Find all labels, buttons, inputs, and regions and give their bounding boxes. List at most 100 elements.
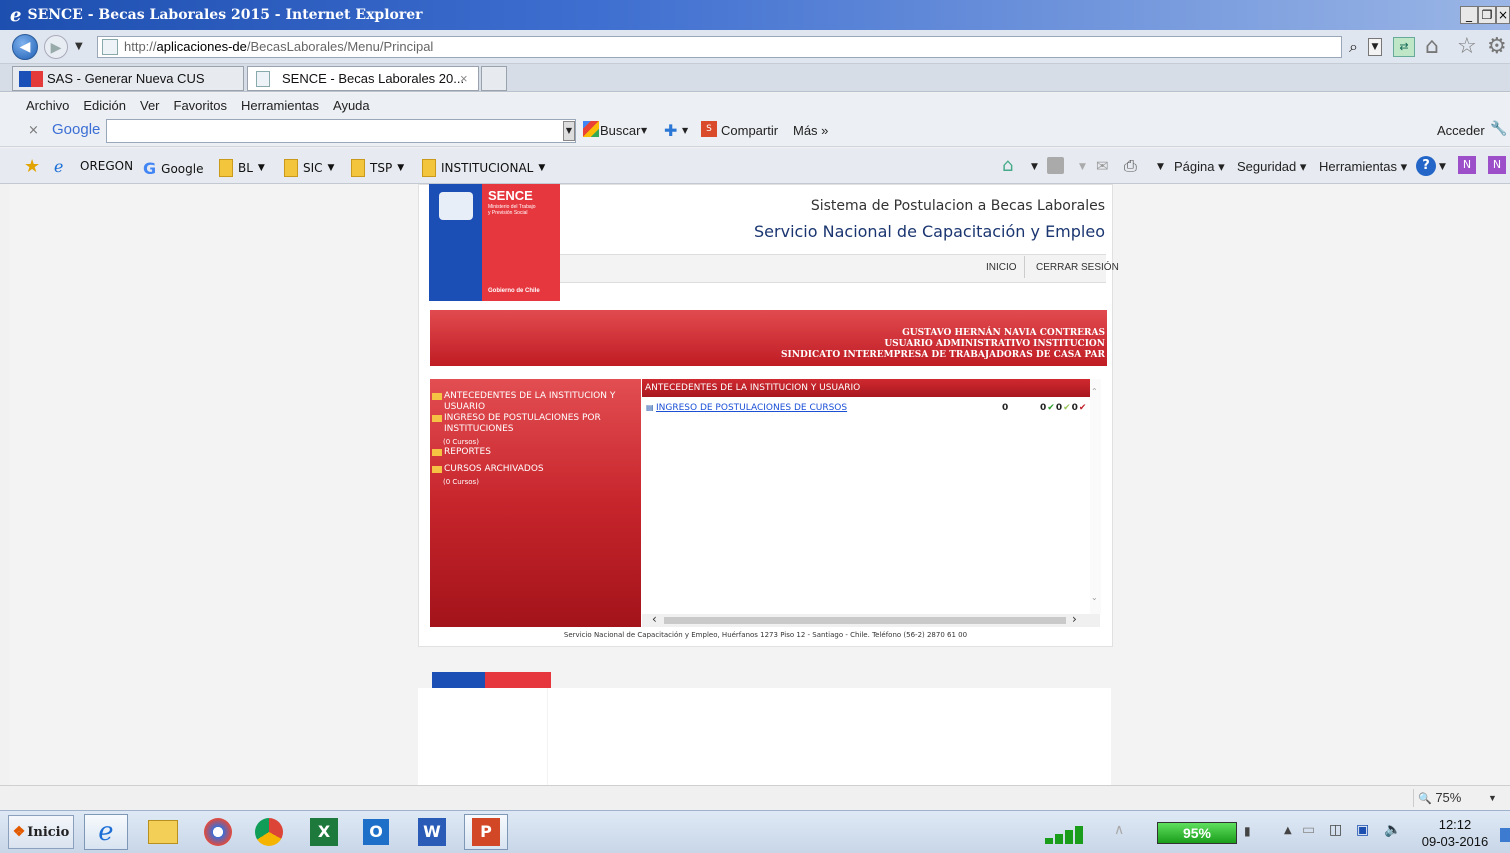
vertical-scrollbar[interactable]: ⌃ ⌄: [1090, 379, 1101, 615]
wrench-icon[interactable]: 🔧: [1490, 121, 1507, 137]
fav-folder-sic[interactable]: SIC ▼: [284, 159, 334, 177]
taskbar-excel[interactable]: X: [302, 814, 346, 850]
home-icon[interactable]: ⌂: [1425, 34, 1439, 59]
power-plug-icon: ▮: [1244, 824, 1251, 838]
minimize-button[interactable]: _: [1460, 6, 1478, 24]
nav-cerrar-sesion-link[interactable]: CERRAR SESIÓN: [1036, 262, 1119, 273]
mas-button[interactable]: Más »: [793, 123, 828, 138]
buscar-button[interactable]: Buscar: [600, 123, 640, 138]
display-icon[interactable]: ▣: [1356, 822, 1369, 838]
compartir-button[interactable]: Compartir: [721, 123, 778, 138]
back-button[interactable]: ◀: [12, 34, 38, 60]
logo-government: Gobierno de Chile: [488, 288, 540, 294]
sidebar-item-reportes[interactable]: REPORTES: [430, 447, 641, 458]
onenote-linked-icon[interactable]: N: [1488, 156, 1506, 174]
history-dropdown-icon[interactable]: ▼: [75, 41, 83, 52]
zoom-control[interactable]: 🔍 75% ▼: [1413, 789, 1510, 807]
sence-logo-blue: [429, 184, 482, 301]
help-icon[interactable]: ?: [1416, 156, 1436, 176]
google-search-input[interactable]: [106, 119, 576, 143]
print-icon[interactable]: ⎙: [1124, 156, 1137, 176]
menu-archivo[interactable]: Archivo: [26, 98, 69, 113]
home-icon[interactable]: ⌂: [1002, 155, 1013, 176]
settings-gear-icon[interactable]: ⚙: [1487, 34, 1507, 59]
close-toolbar-icon[interactable]: ×: [28, 123, 39, 138]
wifi-icon[interactable]: ∧: [1114, 822, 1124, 838]
home-dropdown-icon[interactable]: ▼: [1031, 162, 1038, 172]
taskbar-chrome[interactable]: [247, 814, 291, 850]
seguridad-menu[interactable]: Seguridad ▾: [1237, 159, 1306, 175]
close-tab-icon[interactable]: ×: [460, 67, 468, 90]
zoom-dropdown-icon[interactable]: ▼: [1488, 789, 1497, 807]
google-search-dropdown-icon[interactable]: ▼: [563, 121, 575, 141]
menu-edicion[interactable]: Edición: [83, 98, 126, 113]
taskbar-explorer[interactable]: [141, 814, 185, 850]
acceder-button[interactable]: Acceder: [1437, 123, 1485, 138]
zoom-level: 75%: [1435, 790, 1462, 805]
fav-google[interactable]: G Google: [143, 159, 203, 178]
compatibility-view-icon[interactable]: ⇄: [1393, 37, 1415, 57]
pagina-menu[interactable]: Página ▾: [1174, 159, 1225, 175]
taskbar-word[interactable]: W: [410, 814, 454, 850]
search-icon[interactable]: ⌕: [1349, 37, 1358, 57]
fav-folder-bl[interactable]: BL ▼: [219, 159, 265, 177]
sidebar-item-antecedentes[interactable]: ANTECEDENTES DE LA INSTITUCION Y USUARIO: [430, 391, 641, 413]
search-dropdown-icon[interactable]: ▼: [1368, 38, 1382, 56]
help-dropdown-icon[interactable]: ▼: [1439, 162, 1446, 172]
google-g-icon: G: [143, 159, 157, 178]
signal-strength-icon[interactable]: [1045, 822, 1095, 844]
sidebar-item-ingreso-postulaciones[interactable]: INGRESO DE POSTULACIONES POR INSTITUCION…: [430, 413, 641, 435]
buscar-dropdown-icon[interactable]: ▼: [641, 126, 647, 135]
favorites-star-icon[interactable]: ☆: [1457, 34, 1477, 59]
volume-icon[interactable]: 🔈: [1384, 822, 1401, 838]
taskbar-ie[interactable]: ℯ: [84, 814, 128, 850]
chile-coat-of-arms-icon: [439, 192, 473, 220]
system-clock[interactable]: 12:12 09-03-2016: [1410, 816, 1500, 850]
scroll-left-icon[interactable]: ‹: [652, 612, 657, 626]
plus-icon[interactable]: ✚: [664, 121, 677, 140]
tab-sas[interactable]: SAS - Generar Nueva CUS: [12, 66, 244, 91]
scroll-down-icon[interactable]: ⌄: [1091, 593, 1098, 602]
tab-sence[interactable]: SENCE - Becas Laborales 20... ×: [247, 66, 479, 91]
onenote-icon[interactable]: N: [1458, 156, 1476, 174]
url-input[interactable]: http://aplicaciones-de/BecasLaborales/Me…: [97, 36, 1342, 58]
url-path: /BecasLaborales/Menu/Principal: [246, 39, 434, 54]
show-desktop-button[interactable]: [1500, 828, 1510, 842]
new-tab-button[interactable]: [481, 66, 507, 91]
scroll-right-icon[interactable]: ›: [1072, 612, 1077, 626]
taskbar-media[interactable]: [196, 814, 240, 850]
print-dropdown-icon[interactable]: ▼: [1157, 162, 1164, 172]
taskbar-powerpoint[interactable]: P: [464, 814, 508, 850]
close-window-button[interactable]: ×: [1496, 6, 1510, 24]
sidebar-item-cursos-archivados[interactable]: CURSOS ARCHIVADOS: [430, 464, 641, 475]
menu-ayuda[interactable]: Ayuda: [333, 98, 370, 113]
menu-ver[interactable]: Ver: [140, 98, 160, 113]
scrollbar-thumb[interactable]: [664, 617, 1066, 624]
fav-label: INSTITUCIONAL: [441, 161, 534, 175]
forward-button[interactable]: ▶: [44, 35, 68, 59]
favorites-star-icon[interactable]: ★: [24, 156, 40, 177]
maximize-button[interactable]: ❐: [1478, 6, 1496, 24]
taskbar-outlook[interactable]: O: [354, 814, 398, 850]
herramientas-menu[interactable]: Herramientas ▾: [1319, 159, 1407, 175]
fav-folder-institucional[interactable]: INSTITUCIONAL ▼: [422, 159, 545, 177]
plus-dropdown-icon[interactable]: ▼: [682, 126, 688, 135]
nav-inicio-link[interactable]: INICIO: [986, 262, 1017, 273]
fav-folder-tsp[interactable]: TSP ▼: [351, 159, 404, 177]
fav-oregon[interactable]: OREGON: [80, 159, 133, 173]
menu-herramientas[interactable]: Herramientas: [241, 98, 319, 113]
content-panel: [642, 379, 1100, 627]
ingreso-postulaciones-cursos-link[interactable]: INGRESO DE POSTULACIONES DE CURSOS: [656, 403, 847, 413]
mail-icon[interactable]: ✉: [1096, 157, 1109, 175]
rss-icon[interactable]: [1047, 157, 1064, 174]
sidebar-item-count: (0 Cursos): [443, 478, 479, 486]
battery-indicator[interactable]: 95%: [1157, 822, 1237, 844]
device-icon[interactable]: ◫: [1329, 822, 1342, 838]
rss-dropdown-icon[interactable]: ▼: [1079, 162, 1086, 172]
menu-favoritos[interactable]: Favoritos: [174, 98, 227, 113]
show-hidden-icons[interactable]: ▲: [1284, 825, 1292, 836]
scroll-up-icon[interactable]: ⌃: [1091, 387, 1098, 396]
start-button[interactable]: ❖ Inicio: [8, 815, 74, 849]
fav-label: SIC: [303, 161, 323, 175]
network-icon[interactable]: ▭: [1302, 822, 1315, 838]
